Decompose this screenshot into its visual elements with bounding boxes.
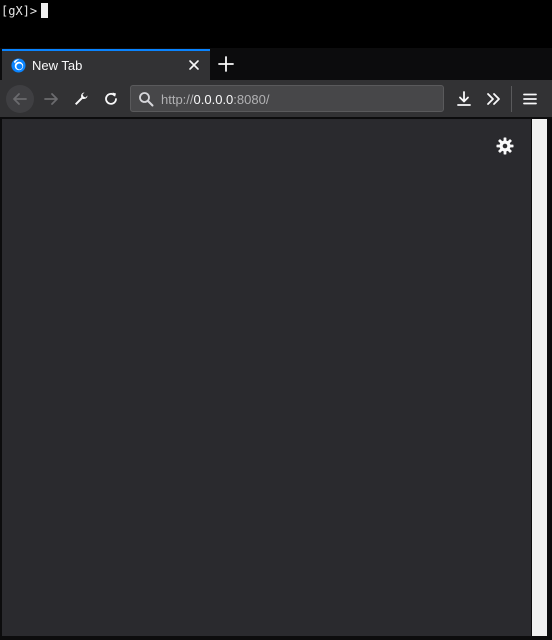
forward-button[interactable]	[37, 85, 65, 113]
tab-new-tab[interactable]: New Tab	[2, 49, 210, 80]
navigation-toolbar: http://0.0.0.0:8080/	[0, 80, 552, 118]
search-icon	[139, 92, 154, 107]
url-text[interactable]: http://0.0.0.0:8080/	[161, 92, 269, 107]
download-icon	[457, 91, 471, 106]
gear-icon[interactable]	[496, 137, 514, 155]
arrow-left-icon	[13, 93, 27, 105]
hamburger-menu-icon	[523, 93, 537, 105]
arrow-right-icon	[44, 93, 58, 105]
overflow-button[interactable]	[480, 85, 508, 113]
url-bar[interactable]: http://0.0.0.0:8080/	[130, 85, 444, 112]
new-tab-page	[2, 119, 531, 636]
url-host: 0.0.0.0	[193, 92, 234, 107]
downloads-button[interactable]	[450, 85, 478, 113]
reload-button[interactable]	[97, 85, 125, 113]
new-tab-plus-icon[interactable]	[216, 54, 236, 74]
url-scheme: http://	[161, 92, 194, 107]
terminal-cursor	[41, 3, 49, 18]
tab-strip: New Tab	[0, 48, 552, 80]
chevron-double-right-icon	[487, 93, 500, 105]
menu-button[interactable]	[516, 85, 544, 113]
vertical-scrollbar[interactable]	[532, 119, 547, 636]
tab-title: New Tab	[32, 58, 83, 73]
terminal-prompt-line[interactable]: [gX]>	[0, 0, 552, 48]
close-icon[interactable]	[187, 58, 201, 72]
wrench-icon	[75, 92, 88, 105]
browser-window: New Tab http://0.0.0.0:8080/	[0, 48, 552, 640]
window-bottom-edge	[0, 636, 552, 640]
firefox-logo-icon	[11, 58, 26, 73]
terminal-prompt: [gX]>	[1, 4, 38, 18]
tools-button[interactable]	[67, 85, 95, 113]
reload-icon	[105, 92, 117, 105]
window-right-edge	[547, 119, 552, 636]
url-port-path: :8080/	[233, 92, 270, 107]
toolbar-separator	[511, 86, 512, 112]
back-button[interactable]	[6, 85, 34, 113]
